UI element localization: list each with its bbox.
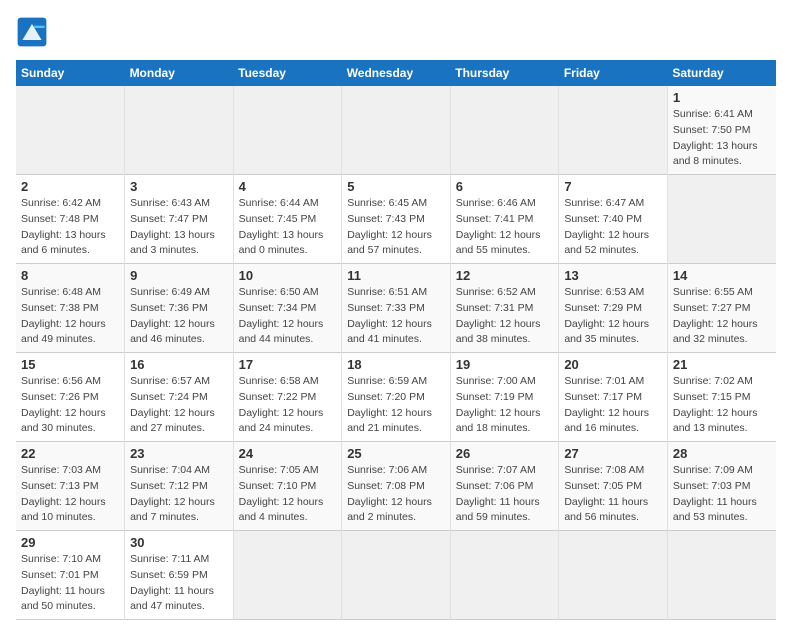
weekday-header-friday: Friday (559, 60, 668, 86)
calendar-day: 26Sunrise: 7:07 AMSunset: 7:06 PMDayligh… (450, 442, 559, 531)
calendar-header: SundayMondayTuesdayWednesdayThursdayFrid… (16, 60, 776, 86)
empty-cell (450, 531, 559, 620)
empty-cell (667, 175, 776, 264)
calendar-week-row: 29Sunrise: 7:10 AMSunset: 7:01 PMDayligh… (16, 531, 776, 620)
empty-cell (342, 86, 451, 175)
calendar-day: 15Sunrise: 6:56 AMSunset: 7:26 PMDayligh… (16, 353, 125, 442)
calendar-day: 24Sunrise: 7:05 AMSunset: 7:10 PMDayligh… (233, 442, 342, 531)
logo-icon (16, 16, 48, 48)
weekday-header-tuesday: Tuesday (233, 60, 342, 86)
empty-cell (667, 531, 776, 620)
calendar-day: 9Sunrise: 6:49 AMSunset: 7:36 PMDaylight… (125, 264, 234, 353)
calendar-day: 27Sunrise: 7:08 AMSunset: 7:05 PMDayligh… (559, 442, 668, 531)
calendar-table: SundayMondayTuesdayWednesdayThursdayFrid… (16, 60, 776, 620)
calendar-day: 20Sunrise: 7:01 AMSunset: 7:17 PMDayligh… (559, 353, 668, 442)
logo (16, 16, 52, 48)
weekday-header-sunday: Sunday (16, 60, 125, 86)
calendar-day: 14Sunrise: 6:55 AMSunset: 7:27 PMDayligh… (667, 264, 776, 353)
calendar-day: 18Sunrise: 6:59 AMSunset: 7:20 PMDayligh… (342, 353, 451, 442)
calendar-day: 23Sunrise: 7:04 AMSunset: 7:12 PMDayligh… (125, 442, 234, 531)
weekday-header-monday: Monday (125, 60, 234, 86)
empty-cell (559, 86, 668, 175)
weekday-header-wednesday: Wednesday (342, 60, 451, 86)
weekday-header-row: SundayMondayTuesdayWednesdayThursdayFrid… (16, 60, 776, 86)
calendar-day: 17Sunrise: 6:58 AMSunset: 7:22 PMDayligh… (233, 353, 342, 442)
calendar-day: 1Sunrise: 6:41 AMSunset: 7:50 PMDaylight… (667, 86, 776, 175)
empty-cell (450, 86, 559, 175)
calendar-day: 28Sunrise: 7:09 AMSunset: 7:03 PMDayligh… (667, 442, 776, 531)
calendar-day: 10Sunrise: 6:50 AMSunset: 7:34 PMDayligh… (233, 264, 342, 353)
calendar-body: 1Sunrise: 6:41 AMSunset: 7:50 PMDaylight… (16, 86, 776, 620)
calendar-day: 2Sunrise: 6:42 AMSunset: 7:48 PMDaylight… (16, 175, 125, 264)
calendar-week-row: 8Sunrise: 6:48 AMSunset: 7:38 PMDaylight… (16, 264, 776, 353)
empty-cell (125, 86, 234, 175)
calendar-day: 16Sunrise: 6:57 AMSunset: 7:24 PMDayligh… (125, 353, 234, 442)
calendar-day: 12Sunrise: 6:52 AMSunset: 7:31 PMDayligh… (450, 264, 559, 353)
calendar-week-row: 22Sunrise: 7:03 AMSunset: 7:13 PMDayligh… (16, 442, 776, 531)
empty-cell (233, 531, 342, 620)
empty-cell (16, 86, 125, 175)
header (16, 16, 776, 48)
calendar-week-row: 2Sunrise: 6:42 AMSunset: 7:48 PMDaylight… (16, 175, 776, 264)
calendar-day: 22Sunrise: 7:03 AMSunset: 7:13 PMDayligh… (16, 442, 125, 531)
calendar-day: 4Sunrise: 6:44 AMSunset: 7:45 PMDaylight… (233, 175, 342, 264)
calendar-day: 13Sunrise: 6:53 AMSunset: 7:29 PMDayligh… (559, 264, 668, 353)
calendar-day: 11Sunrise: 6:51 AMSunset: 7:33 PMDayligh… (342, 264, 451, 353)
calendar-day: 6Sunrise: 6:46 AMSunset: 7:41 PMDaylight… (450, 175, 559, 264)
calendar-week-row: 15Sunrise: 6:56 AMSunset: 7:26 PMDayligh… (16, 353, 776, 442)
calendar-day: 21Sunrise: 7:02 AMSunset: 7:15 PMDayligh… (667, 353, 776, 442)
calendar-day: 3Sunrise: 6:43 AMSunset: 7:47 PMDaylight… (125, 175, 234, 264)
calendar-day: 7Sunrise: 6:47 AMSunset: 7:40 PMDaylight… (559, 175, 668, 264)
calendar-day: 29Sunrise: 7:10 AMSunset: 7:01 PMDayligh… (16, 531, 125, 620)
calendar-day: 5Sunrise: 6:45 AMSunset: 7:43 PMDaylight… (342, 175, 451, 264)
empty-cell (233, 86, 342, 175)
weekday-header-thursday: Thursday (450, 60, 559, 86)
weekday-header-saturday: Saturday (667, 60, 776, 86)
calendar-day: 8Sunrise: 6:48 AMSunset: 7:38 PMDaylight… (16, 264, 125, 353)
calendar-day: 30Sunrise: 7:11 AMSunset: 6:59 PMDayligh… (125, 531, 234, 620)
empty-cell (342, 531, 451, 620)
calendar-week-row: 1Sunrise: 6:41 AMSunset: 7:50 PMDaylight… (16, 86, 776, 175)
calendar-day: 25Sunrise: 7:06 AMSunset: 7:08 PMDayligh… (342, 442, 451, 531)
empty-cell (559, 531, 668, 620)
calendar-day: 19Sunrise: 7:00 AMSunset: 7:19 PMDayligh… (450, 353, 559, 442)
